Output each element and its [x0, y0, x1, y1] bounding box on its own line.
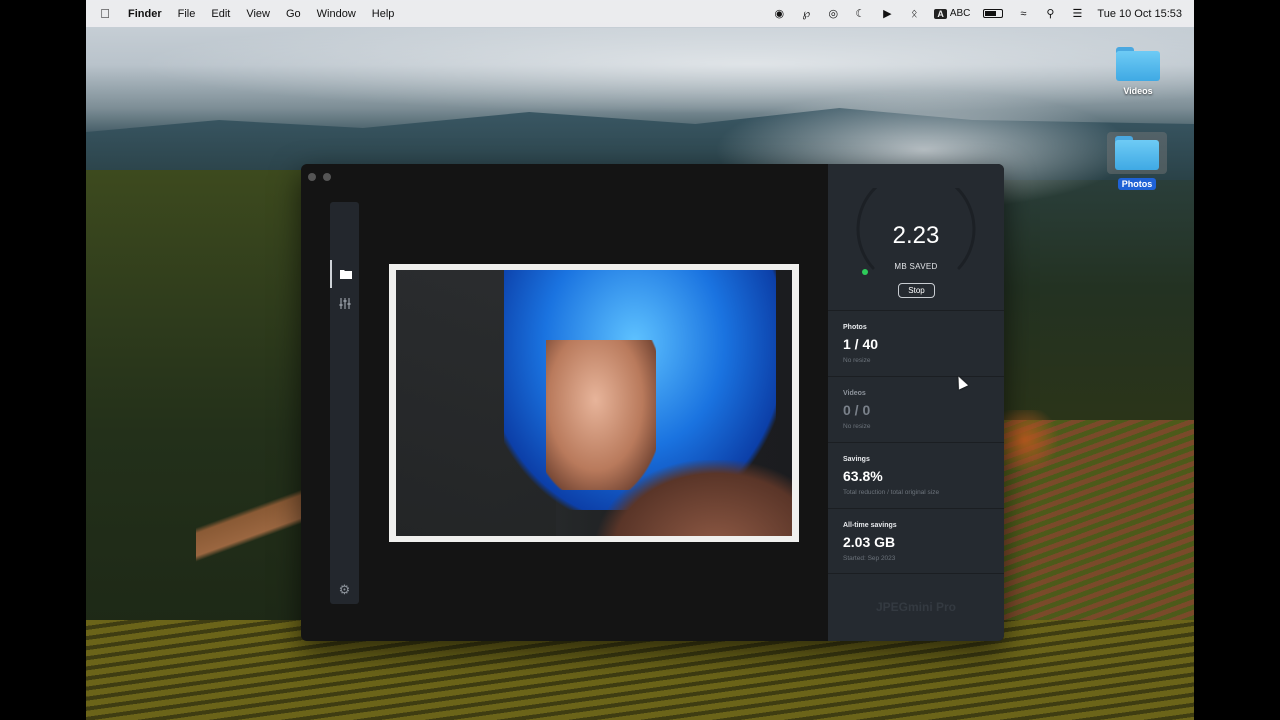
stat-sub: No resize — [843, 423, 871, 430]
folder-icon — [1115, 136, 1159, 170]
record-icon[interactable]: ◉ — [772, 7, 786, 20]
gauge-value: 2.23 — [892, 222, 940, 249]
close-window-button[interactable] — [308, 173, 316, 181]
side-rail: ⚙ — [330, 202, 359, 604]
photo-preview-frame — [389, 264, 799, 542]
menu-view[interactable]: View — [238, 8, 278, 20]
stat-value: 2.03 GB — [843, 534, 896, 550]
stat-videos: Videos 0 / 0 No resize — [828, 376, 1004, 442]
stat-value: 1 / 40 — [843, 336, 879, 352]
stat-value: 63.8% — [843, 468, 883, 484]
input-source-label: ABC — [949, 8, 971, 19]
stat-photos: Photos 1 / 40 No resize — [828, 310, 1004, 376]
letterbox-left — [0, 0, 86, 720]
gauge-unit: MB SAVED — [894, 262, 938, 271]
menu-help[interactable]: Help — [364, 8, 403, 20]
search-icon[interactable]: ⚲ — [1043, 7, 1057, 20]
rail-settings-adjust-button[interactable] — [330, 289, 359, 317]
desktop-icon-videos[interactable]: Videos — [1108, 47, 1168, 99]
stat-sub: No resize — [843, 357, 871, 364]
folder-icon — [339, 270, 352, 279]
stat-sub: Started: Sep 2023 — [843, 555, 896, 562]
stat-label: Photos — [843, 324, 867, 331]
menu-go[interactable]: Go — [278, 8, 309, 20]
stats-panel: 2.23 MB SAVED Stop Photos 1 / 40 No resi… — [828, 164, 1004, 641]
menu-clock[interactable]: Tue 10 Oct 15:53 — [1097, 8, 1182, 20]
status-area: ◉ ℘ ◎ ☾ ▶ ᛟ A ABC ≈ ⚲ ☰ Tue 10 Oct 15:53 — [772, 7, 1182, 21]
menu-bar:  Finder File Edit View Go Window Help ◉… — [86, 0, 1194, 27]
bluetooth-icon[interactable]: ᛟ — [907, 8, 921, 20]
stat-label: Savings — [843, 456, 870, 463]
sliders-icon — [339, 297, 350, 309]
wifi-icon[interactable]: ≈ — [1016, 8, 1030, 20]
script-icon[interactable]: ℘ — [799, 7, 813, 20]
stop-button[interactable]: Stop — [898, 283, 935, 298]
minimize-window-button[interactable] — [323, 173, 331, 181]
window-controls — [308, 173, 331, 181]
rail-gear-button[interactable]: ⚙ — [330, 576, 359, 604]
folder-icon — [1116, 47, 1160, 81]
letterbox-right — [1194, 0, 1280, 720]
control-center-icon[interactable]: ☰ — [1070, 7, 1084, 20]
input-source[interactable]: A ABC — [934, 8, 970, 19]
brand-watermark: JPEGmini Pro — [875, 600, 957, 614]
battery-icon[interactable] — [983, 9, 1004, 18]
moon-icon[interactable]: ☾ — [853, 7, 867, 20]
gear-icon: ⚙ — [338, 582, 351, 597]
stat-value: 0 / 0 — [843, 402, 871, 418]
menu-edit[interactable]: Edit — [203, 8, 238, 20]
vpn-icon[interactable]: ◎ — [826, 7, 840, 20]
stat-label: All-time savings — [843, 522, 897, 529]
stat-sub: Total reduction / total original size — [843, 489, 940, 496]
input-badge: A — [934, 8, 947, 19]
desktop-icon-label: Photos — [1117, 178, 1157, 190]
desktop-icon-label: Videos — [1123, 86, 1153, 96]
jpegmini-window: ⚙ 2.23 MB SAVED Stop Photos 1 / 40 No re… — [301, 164, 1004, 641]
menu-window[interactable]: Window — [309, 8, 364, 20]
stat-alltime: All-time savings 2.03 GB Started: Sep 20… — [828, 508, 1004, 574]
apple-menu-icon[interactable]:  — [90, 6, 120, 21]
play-icon[interactable]: ▶ — [880, 7, 894, 20]
rail-folder-button[interactable] — [330, 260, 359, 288]
menu-app-name[interactable]: Finder — [120, 8, 170, 20]
menu-file[interactable]: File — [170, 8, 204, 20]
stat-label: Videos — [843, 390, 866, 397]
photo-preview-image — [396, 270, 792, 536]
stat-savings: Savings 63.8% Total reduction / total or… — [828, 442, 1004, 508]
desktop-icon-photos[interactable]: Photos — [1107, 132, 1167, 192]
